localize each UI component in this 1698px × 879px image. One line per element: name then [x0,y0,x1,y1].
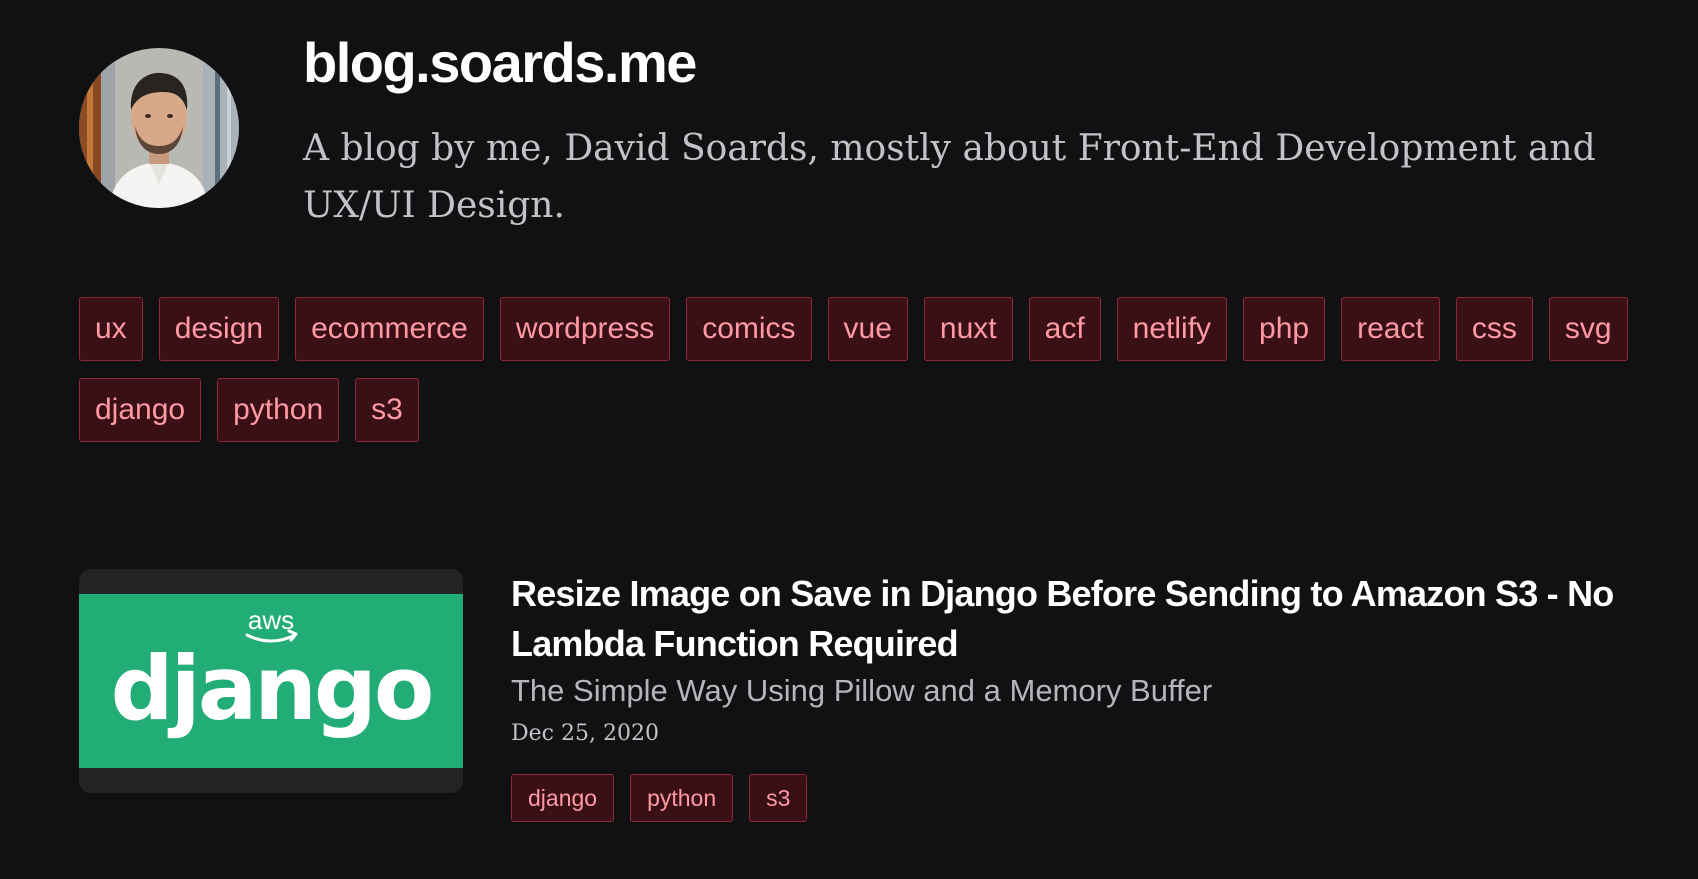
tag-link[interactable]: vue [827,297,908,361]
tag-link[interactable]: netlify [1116,297,1228,361]
tag-link[interactable]: css [1455,297,1533,361]
django-logo-text: django [111,637,432,740]
post-card: aws django Resize Image on Save in Djang… [79,569,1639,829]
post-tag-link[interactable]: s3 [749,774,808,822]
post-subtitle: The Simple Way Using Pillow and a Memory… [511,673,1213,708]
tag-link[interactable]: ux [79,297,143,361]
avatar [79,48,239,208]
post-thumbnail[interactable]: aws django [79,569,463,793]
tag-link[interactable]: nuxt [923,297,1013,361]
tag-link[interactable]: react [1341,297,1440,361]
aws-badge-text: aws [248,605,294,635]
tag-link[interactable]: comics [686,297,812,361]
post-tag-link[interactable]: python [630,774,734,822]
site-tagline: A blog by me, David Soards, mostly about… [303,128,1596,226]
site-header: blog.soards.me A blog by me, David Soard… [79,0,1639,240]
post-title[interactable]: Resize Image on Save in Django Before Se… [511,569,1631,669]
tag-link[interactable]: ecommerce [295,297,484,361]
post-tag-link[interactable]: django [511,774,615,822]
tag-link[interactable]: acf [1028,297,1101,361]
tag-link[interactable]: s3 [355,378,419,442]
tag-link[interactable]: php [1243,297,1326,361]
tag-link[interactable]: python [217,378,340,442]
post-tag-list: django python s3 [511,774,808,822]
site-title[interactable]: blog.soards.me [303,30,697,95]
avatar-photo [79,48,239,208]
tag-cloud: ux design ecommerce wordpress comics vue… [79,297,1639,442]
post-date: Dec 25, 2020 [511,721,659,746]
django-aws-logo: aws django [79,569,463,793]
tag-link[interactable]: wordpress [499,297,671,361]
tag-link[interactable]: django [79,378,202,442]
tag-link[interactable]: svg [1548,297,1628,361]
tag-link[interactable]: design [158,297,280,361]
